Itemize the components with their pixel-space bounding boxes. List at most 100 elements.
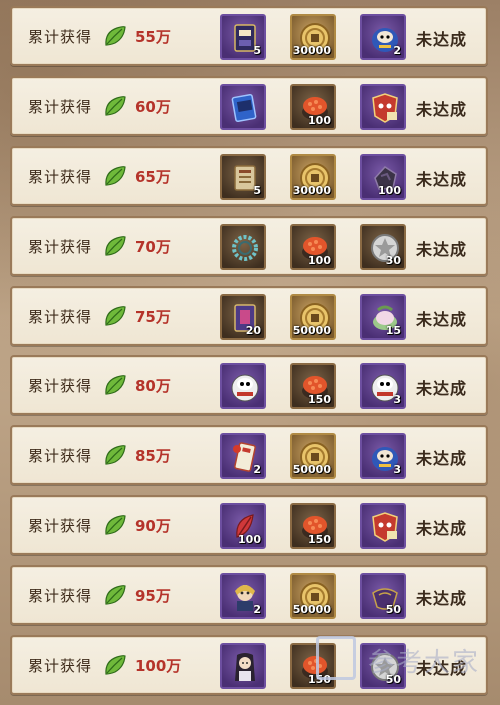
watermark-text: 参考大家 — [368, 648, 481, 678]
reward-item[interactable]: 150 — [290, 503, 336, 549]
item-count: 100 — [238, 533, 261, 546]
reward-item[interactable] — [220, 224, 266, 270]
status-not-achieved: 未达成 — [416, 519, 468, 538]
status-not-achieved: 未达成 — [416, 449, 468, 468]
blue-card-pack-icon — [229, 92, 261, 124]
skin-portrait-icon — [229, 651, 261, 683]
reward-item[interactable] — [220, 643, 266, 689]
threshold-amount: 70万 — [135, 238, 171, 256]
threshold-amount: 95万 — [135, 587, 171, 605]
green-leaf-icon — [103, 24, 127, 48]
cumulative-label: 累计获得 — [28, 447, 93, 465]
item-count: 100 — [308, 254, 331, 267]
item-count: 150 — [308, 393, 331, 406]
cumulative-label: 累计获得 — [28, 238, 93, 256]
reward-item[interactable]: 15 — [360, 294, 406, 340]
cumulative-label: 累计获得 — [28, 98, 93, 116]
item-count: 2 — [393, 44, 401, 57]
green-leaf-icon — [103, 513, 127, 537]
reward-row: 累计获得 95万 2 50000 50 未达成 — [10, 565, 488, 625]
cumulative-label: 累计获得 — [28, 517, 93, 535]
reward-row: 累计获得 90万 100 150 未达成 — [10, 495, 488, 555]
status-not-achieved: 未达成 — [416, 100, 468, 119]
reward-item[interactable] — [360, 503, 406, 549]
item-count: 50 — [385, 603, 401, 616]
reward-item[interactable]: 150 — [290, 363, 336, 409]
reward-item[interactable] — [220, 363, 266, 409]
reward-item[interactable] — [220, 84, 266, 130]
reward-item[interactable]: 2 — [360, 14, 406, 60]
threshold-amount: 80万 — [135, 377, 171, 395]
green-leaf-icon — [103, 164, 127, 188]
reward-item[interactable]: 30000 — [290, 14, 336, 60]
reward-item[interactable]: 30 — [360, 224, 406, 270]
threshold-amount: 85万 — [135, 447, 171, 465]
cumulative-label: 累计获得 — [28, 168, 93, 186]
reward-item[interactable] — [360, 84, 406, 130]
reward-item[interactable]: 100 — [360, 154, 406, 200]
reward-item[interactable]: 100 — [220, 503, 266, 549]
reward-item[interactable]: 20 — [220, 294, 266, 340]
reward-item[interactable]: 3 — [360, 433, 406, 479]
item-count: 50000 — [292, 463, 331, 476]
item-count: 20 — [245, 324, 261, 337]
threshold-amount: 90万 — [135, 517, 171, 535]
reward-item[interactable]: 5 — [220, 154, 266, 200]
green-leaf-icon — [103, 234, 127, 258]
item-count: 50000 — [292, 324, 331, 337]
reward-item[interactable]: 100 — [290, 224, 336, 270]
item-count: 30 — [385, 254, 401, 267]
reward-item[interactable]: 30000 — [290, 154, 336, 200]
threshold-amount: 60万 — [135, 98, 171, 116]
reward-row: 累计获得 65万 5 30000 100 未达成 — [10, 146, 488, 206]
reward-item[interactable]: 50000 — [290, 433, 336, 479]
green-leaf-icon — [103, 583, 127, 607]
reward-row: 累计获得 60万 100 未达成 — [10, 76, 488, 136]
item-count: 100 — [308, 114, 331, 127]
cumulative-label: 累计获得 — [28, 28, 93, 46]
item-count: 2 — [253, 603, 261, 616]
green-leaf-icon — [103, 94, 127, 118]
reward-item[interactable]: 3 — [360, 363, 406, 409]
cumulative-label: 累计获得 — [28, 657, 93, 675]
item-count: 5 — [253, 184, 261, 197]
status-not-achieved: 未达成 — [416, 170, 468, 189]
reward-row: 累计获得 75万 20 50000 15 未达成 — [10, 286, 488, 346]
reward-row: 累计获得 55万 5 30000 2 未达成 — [10, 6, 488, 66]
item-count: 100 — [378, 184, 401, 197]
item-count: 3 — [393, 393, 401, 406]
threshold-amount: 55万 — [135, 28, 171, 46]
reward-item[interactable]: 5 — [220, 14, 266, 60]
reward-row: 累计获得 80万 150 3 未达成 — [10, 355, 488, 415]
cumulative-label: 累计获得 — [28, 377, 93, 395]
item-count: 150 — [308, 533, 331, 546]
threshold-amount: 75万 — [135, 308, 171, 326]
threshold-amount: 100万 — [135, 657, 182, 675]
prayer-beads-icon — [229, 232, 261, 264]
reward-item[interactable]: 2 — [220, 573, 266, 619]
green-leaf-icon — [103, 304, 127, 328]
status-not-achieved: 未达成 — [416, 310, 468, 329]
item-count: 5 — [253, 44, 261, 57]
watermark-logo-icon — [316, 636, 356, 680]
reward-item[interactable]: 50000 — [290, 294, 336, 340]
status-not-achieved: 未达成 — [416, 30, 468, 49]
reward-item[interactable]: 50 — [360, 573, 406, 619]
reward-row: 累计获得 70万 100 30 未达成 — [10, 216, 488, 276]
item-count: 50000 — [292, 603, 331, 616]
reward-item[interactable]: 2 — [220, 433, 266, 479]
reward-item[interactable]: 100 — [290, 84, 336, 130]
status-not-achieved: 未达成 — [416, 589, 468, 608]
awakening-mask-icon — [369, 92, 401, 124]
cumulative-label: 累计获得 — [28, 587, 93, 605]
threshold-amount: 65万 — [135, 168, 171, 186]
awakening-mask-icon — [369, 511, 401, 543]
item-count: 15 — [385, 324, 401, 337]
green-leaf-icon — [103, 653, 127, 677]
green-leaf-icon — [103, 443, 127, 467]
white-daruma-icon — [229, 371, 261, 403]
status-not-achieved: 未达成 — [416, 379, 468, 398]
reward-item[interactable]: 50000 — [290, 573, 336, 619]
status-not-achieved: 未达成 — [416, 240, 468, 259]
green-leaf-icon — [103, 373, 127, 397]
